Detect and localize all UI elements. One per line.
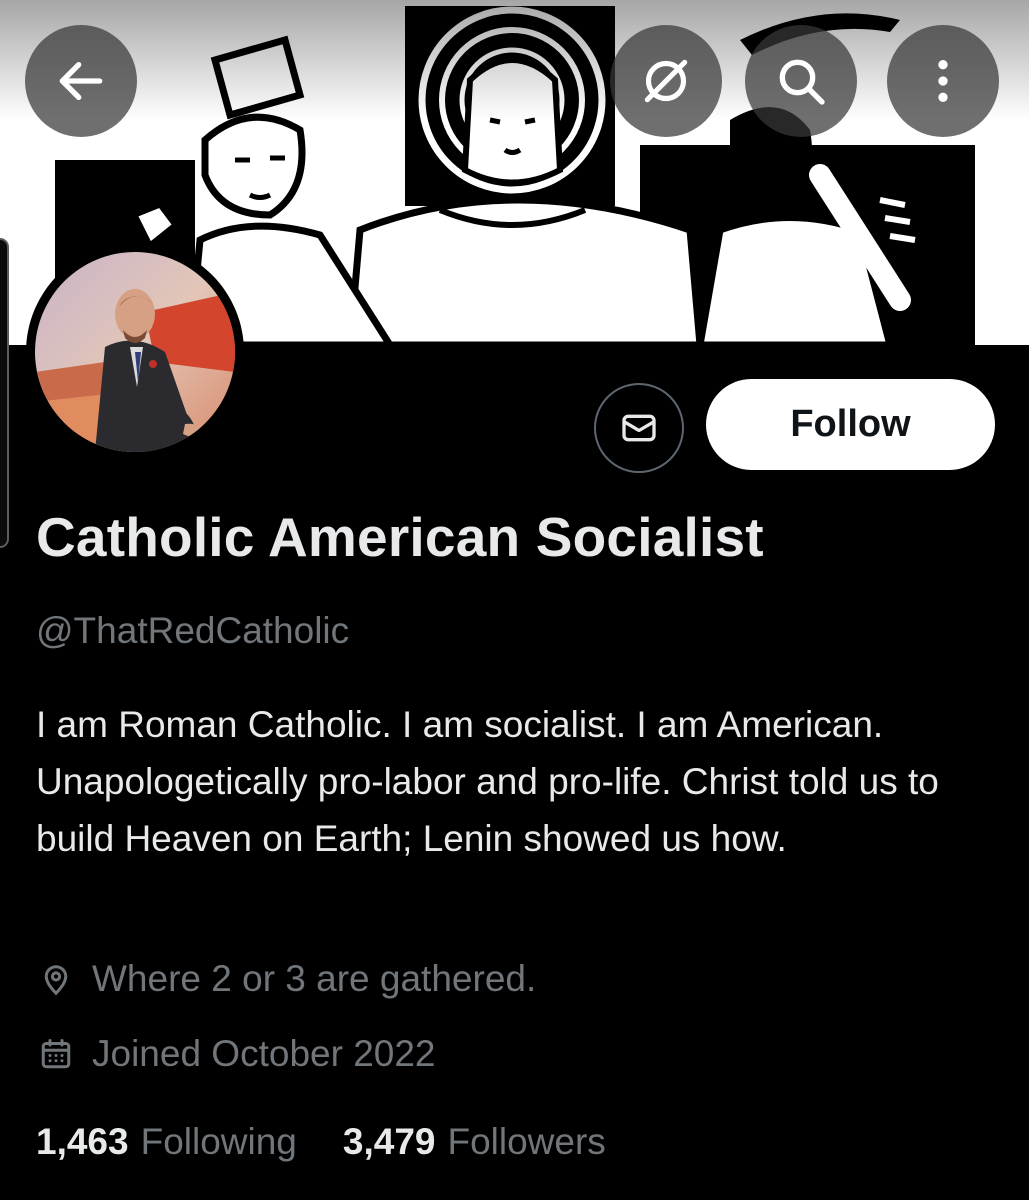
following-link[interactable]: 1,463 Following	[36, 1121, 297, 1163]
followers-label: Followers	[447, 1121, 606, 1162]
search-icon	[779, 59, 825, 105]
message-button[interactable]	[594, 383, 684, 473]
follow-button[interactable]: Follow	[706, 379, 995, 470]
joined-text: Joined October 2022	[92, 1033, 436, 1074]
edge-panel-handle[interactable]	[0, 238, 9, 548]
more-vertical-icon	[938, 60, 948, 102]
location-row: Where 2 or 3 are gathered.	[36, 958, 536, 1000]
location-pin-icon	[36, 959, 76, 999]
profile-bio: I am Roman Catholic. I am socialist. I a…	[36, 704, 939, 859]
arrow-left-icon	[59, 61, 103, 101]
grok-icon	[644, 59, 688, 103]
following-count: 1,463	[36, 1121, 129, 1162]
followers-count: 3,479	[342, 1121, 436, 1162]
calendar-icon	[36, 1034, 76, 1074]
back-button[interactable]	[25, 25, 137, 137]
joined-row: Joined October 2022	[36, 1033, 436, 1075]
search-button[interactable]	[745, 25, 857, 137]
more-options-button[interactable]	[887, 25, 999, 137]
followers-link[interactable]: 3,479 Followers	[343, 1121, 606, 1163]
user-handle: @ThatRedCatholic	[36, 610, 350, 651]
follow-stats: 1,463 Following 3,479 Followers	[36, 1121, 652, 1163]
envelope-icon	[622, 414, 656, 442]
following-label: Following	[140, 1121, 297, 1162]
display-name: Catholic American Socialist	[36, 506, 764, 568]
avatar-image	[35, 252, 235, 452]
location-text: Where 2 or 3 are gathered.	[92, 958, 537, 999]
avatar[interactable]	[26, 243, 244, 461]
grok-button[interactable]	[610, 25, 722, 137]
